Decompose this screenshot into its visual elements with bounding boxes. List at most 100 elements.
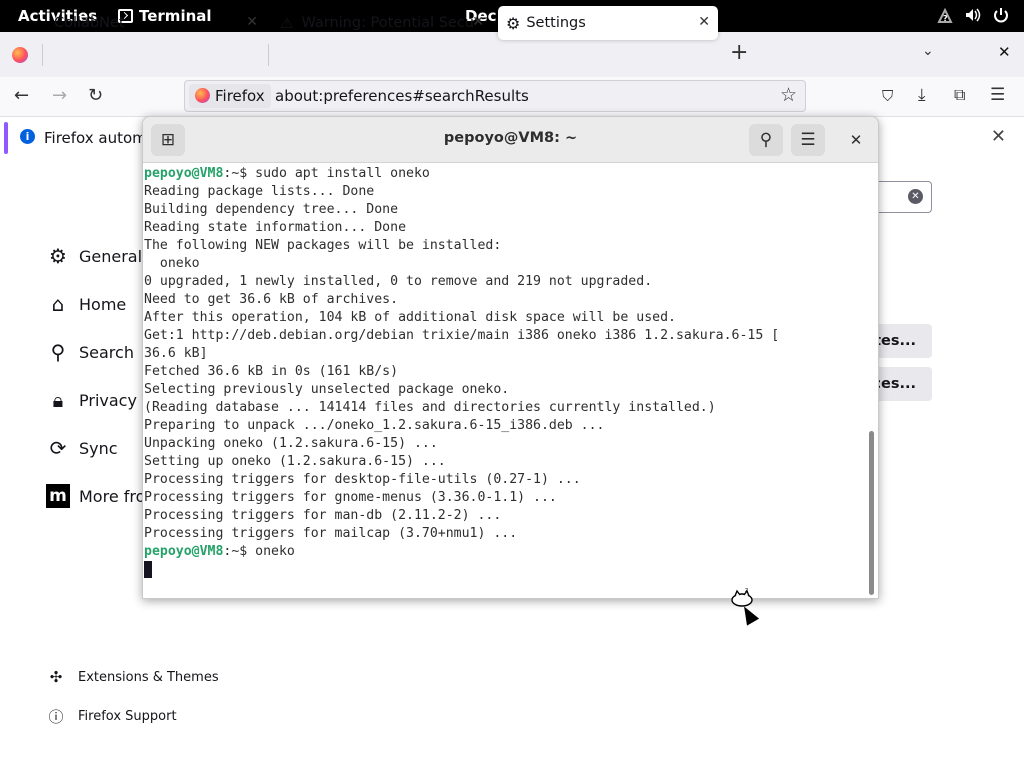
gear-icon: ⚙	[506, 13, 521, 33]
reload-icon[interactable]: ↻	[88, 85, 103, 106]
output-text: Processing triggers for mailcap (3.70+nm…	[144, 526, 518, 541]
output-text: Fetched 36.6 kB in 0s (161 kB/s)	[144, 364, 399, 379]
terminal-line: Preparing to unpack .../oneko_1.2.sakura…	[144, 417, 864, 435]
extensions-themes-link[interactable]: ✣ Extensions & Themes	[48, 668, 219, 686]
terminal-line: (Reading database ... 141414 files and d…	[144, 399, 864, 417]
terminal-line: After this operation, 104 kB of addition…	[144, 309, 864, 327]
power-icon	[992, 6, 1010, 24]
terminal-output[interactable]: pepoyo@VM8:~$ sudo apt install oneko Read…	[144, 165, 864, 595]
output-text: 36.6 kB]	[144, 346, 208, 361]
sync-icon: ⟳	[49, 436, 67, 460]
terminal-line: Processing triggers for mailcap (3.70+nm…	[144, 525, 864, 543]
svg-text:z: z	[745, 587, 748, 594]
terminal-line	[144, 561, 864, 579]
category-privacy[interactable]: 🔒︎ Privacy &	[46, 385, 155, 415]
prompt-suffix: :~$	[223, 544, 256, 559]
close-tab-icon[interactable]: ✕	[472, 14, 484, 30]
svg-text:?: ?	[943, 14, 948, 23]
terminal-line: Reading package lists... Done	[144, 183, 864, 201]
tab-title: CollabNet	[54, 15, 125, 31]
info-icon: i	[20, 129, 35, 144]
category-search[interactable]: ⚲ Search	[46, 337, 134, 367]
terminal-line: Setting up oneko (1.2.sakura.6-15) ...	[144, 453, 864, 471]
terminal-line: 0 upgraded, 1 newly installed, 0 to remo…	[144, 273, 864, 291]
close-tab-icon[interactable]: ✕	[698, 14, 710, 30]
notification-accent	[4, 122, 8, 154]
pocket-icon[interactable]: ⛉	[882, 87, 893, 105]
new-tab-button[interactable]: +	[730, 40, 748, 65]
output-text: The following NEW packages will be insta…	[144, 238, 502, 253]
downloads-icon[interactable]: ⤓	[918, 85, 926, 105]
menu-icon[interactable]: ☰	[791, 124, 825, 156]
category-home[interactable]: ⌂ Home	[46, 289, 127, 319]
url-bar[interactable]: Firefox about:preferences#searchResults …	[184, 80, 806, 112]
hamburger-menu-icon[interactable]: ☰	[990, 85, 1005, 105]
output-text: oneko	[144, 256, 200, 271]
firefox-view-icon[interactable]	[12, 47, 28, 63]
home-icon: ⌂	[51, 292, 65, 316]
url-text[interactable]: about:preferences#searchResults	[275, 87, 529, 105]
list-tabs-chevron-down-icon[interactable]: ⌄	[922, 43, 934, 59]
tab-settings[interactable]: ⚙ Settings ✕	[498, 6, 718, 40]
terminal-header-bar[interactable]: ⊞ pepoyo@VM8: ~ ⚲ ☰ ✕	[143, 117, 878, 163]
bookmark-star-icon[interactable]: ☆	[780, 84, 797, 106]
terminal-line: Selecting previously unselected package …	[144, 381, 864, 399]
terminal-line: pepoyo@VM8:~$ sudo apt install oneko	[144, 165, 864, 183]
forward-arrow-icon[interactable]: →	[52, 85, 67, 106]
volume-icon	[964, 6, 982, 24]
extensions-icon[interactable]: ⧉	[954, 85, 965, 105]
network-icon: ?	[936, 6, 954, 24]
terminal-line: Processing triggers for man-db (2.11.2-2…	[144, 507, 864, 525]
output-text: 0 upgraded, 1 newly installed, 0 to remo…	[144, 274, 653, 289]
terminal-line: Fetched 36.6 kB in 0s (161 kB/s)	[144, 363, 864, 381]
category-label: Search	[79, 342, 134, 362]
category-sync[interactable]: ⟳ Sync	[46, 433, 118, 463]
search-icon[interactable]: ⚲	[749, 124, 783, 156]
output-text: Selecting previously unselected package …	[144, 382, 510, 397]
window-close-icon[interactable]: ✕	[998, 43, 1011, 61]
terminal-line: Processing triggers for gnome-menus (3.3…	[144, 489, 864, 507]
warning-icon: ⚠	[280, 14, 294, 32]
category-general[interactable]: ⚙ General	[46, 241, 142, 271]
identity-box[interactable]: Firefox	[189, 84, 271, 108]
close-notification-icon[interactable]: ✕	[991, 126, 1006, 147]
close-tab-icon[interactable]: ✕	[246, 14, 258, 30]
terminal-window[interactable]: ⊞ pepoyo@VM8: ~ ⚲ ☰ ✕ pepoyo@VM8:~$ sudo…	[142, 116, 879, 599]
text-cursor	[144, 561, 152, 578]
category-more-from-mozilla[interactable]: m More fro	[46, 481, 145, 511]
terminal-scrollbar[interactable]	[869, 431, 874, 595]
output-text: Processing triggers for desktop-file-uti…	[144, 472, 581, 487]
search-icon: ⚲	[50, 340, 66, 364]
output-text: Building dependency tree... Done	[144, 202, 399, 217]
back-arrow-icon[interactable]: ←	[14, 85, 29, 106]
firefox-support-link[interactable]: ⓘ Firefox Support	[48, 706, 176, 727]
tab-separator	[268, 44, 269, 66]
category-label: Home	[79, 294, 127, 314]
terminal-line: Processing triggers for desktop-file-uti…	[144, 471, 864, 489]
output-text: Reading package lists... Done	[144, 184, 375, 199]
category-label: General	[79, 246, 143, 266]
output-text: Processing triggers for gnome-menus (3.3…	[144, 490, 557, 505]
tab-warning[interactable]: ⚠ Warning: Potential Securi ✕	[272, 6, 492, 40]
terminal-line: Get:1 http://deb.debian.org/debian trixi…	[144, 327, 864, 345]
command-text: oneko	[255, 544, 295, 559]
output-text: After this operation, 104 kB of addition…	[144, 310, 676, 325]
terminal-line: The following NEW packages will be insta…	[144, 237, 864, 255]
tab-title: Settings	[526, 15, 586, 31]
output-text: Get:1 http://deb.debian.org/debian trixi…	[144, 328, 780, 343]
close-icon[interactable]: ✕	[843, 127, 869, 153]
clear-search-icon[interactable]: ✕	[908, 189, 923, 204]
terminal-line: Need to get 36.6 kB of archives.	[144, 291, 864, 309]
category-label: Sync	[79, 438, 118, 458]
footer-link-label: Extensions & Themes	[78, 669, 219, 685]
tab-collabnet[interactable]: CollabNet ✕	[44, 6, 266, 40]
terminal-line: pepoyo@VM8:~$ oneko	[144, 543, 864, 561]
command-text: sudo apt install oneko	[255, 166, 430, 181]
prompt-user: pepoyo@VM8	[144, 166, 224, 181]
help-icon: ⓘ	[48, 708, 64, 726]
system-tray[interactable]: ?	[936, 6, 1010, 24]
navigation-toolbar: ← → ↻ Firefox about:preferences#searchRe…	[0, 77, 1024, 117]
output-text: Need to get 36.6 kB of archives.	[144, 292, 399, 307]
output-text: Reading state information... Done	[144, 220, 407, 235]
output-text: (Reading database ... 141414 files and d…	[144, 400, 716, 415]
